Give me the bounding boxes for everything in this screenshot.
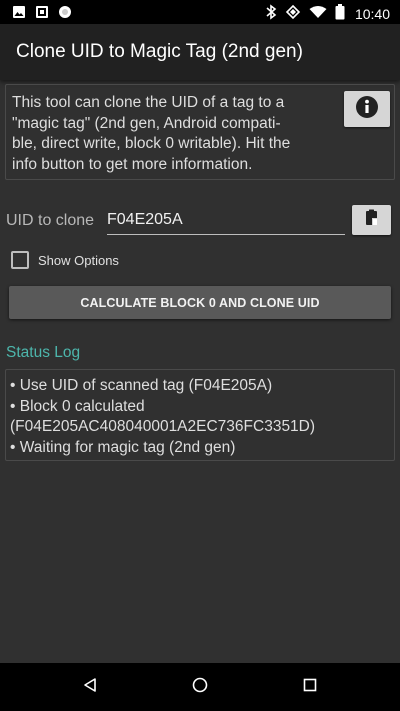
info-text-line: This tool can clone the UID of a tag to … (12, 94, 285, 111)
home-icon (192, 677, 208, 698)
recents-button[interactable] (298, 675, 322, 699)
info-text: This tool can clone the UID of a tag to … (12, 93, 338, 175)
paste-icon (363, 209, 381, 232)
app-bar: Clone UID to Magic Tag (2nd gen) (0, 24, 400, 80)
show-options-row[interactable]: Show Options (11, 251, 119, 269)
status-bar-right-icons: 10:40 (265, 4, 390, 23)
info-box: This tool can clone the UID of a tag to … (5, 84, 395, 180)
page-title: Clone UID to Magic Tag (2nd gen) (16, 41, 303, 62)
back-icon (82, 677, 98, 698)
status-log-line: • Block 0 calculated (10, 397, 145, 415)
navigation-bar (0, 663, 400, 711)
home-button[interactable] (188, 675, 212, 699)
image-icon (12, 5, 26, 24)
info-icon (355, 95, 379, 124)
status-log-line: • Use UID of scanned tag (F04E205A) (10, 377, 273, 394)
uid-label: UID to clone (6, 212, 95, 229)
show-options-label: Show Options (38, 252, 119, 268)
battery-icon (335, 4, 345, 23)
paste-button[interactable] (352, 205, 391, 235)
circle-notification-icon (58, 5, 72, 24)
info-text-line: "magic tag" (2nd gen, Android compati- (12, 114, 281, 132)
status-log-title: Status Log (6, 344, 81, 361)
info-button[interactable] (344, 91, 390, 127)
bluetooth-icon (265, 4, 277, 23)
wifi-icon (309, 5, 327, 22)
status-log-box: • Use UID of scanned tag (F04E205A) • Bl… (5, 369, 395, 461)
status-bar-left-icons (12, 5, 72, 24)
status-bar: 10:40 (0, 0, 400, 24)
photos-icon (35, 5, 49, 24)
status-log-list: • Use UID of scanned tag (F04E205A) • Bl… (10, 376, 315, 458)
recents-icon (303, 678, 317, 697)
clock: 10:40 (354, 5, 390, 22)
info-text-line: ble, direct write, block 0 writable). Hi… (12, 135, 291, 152)
back-button[interactable] (78, 675, 102, 699)
status-log-line: • Waiting for magic tag (2nd gen) (10, 438, 236, 456)
show-options-checkbox[interactable] (11, 251, 29, 269)
status-log-line: (F04E205AC408040001A2EC736FC3351D) (10, 418, 316, 435)
info-text-line: info button to get more information. (12, 155, 253, 173)
nfc-icon (285, 4, 301, 23)
calculate-and-clone-button[interactable]: CALCULATE BLOCK 0 AND CLONE UID (9, 286, 391, 319)
uid-input[interactable] (107, 206, 345, 235)
